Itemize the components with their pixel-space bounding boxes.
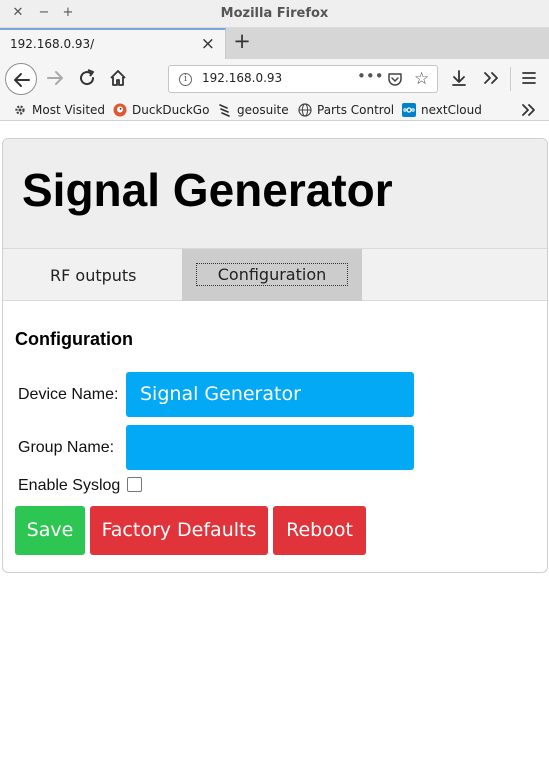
url-bar[interactable]: i 192.168.0.93 ••• ☆ bbox=[168, 65, 438, 93]
downloads-icon[interactable] bbox=[449, 68, 469, 88]
globe-icon bbox=[298, 103, 312, 117]
bookmark-duckduckgo[interactable]: DuckDuckGo bbox=[113, 101, 209, 119]
enable-syslog-label: Enable Syslog bbox=[18, 477, 121, 494]
tab-rf-outputs-label: RF outputs bbox=[50, 266, 137, 285]
close-tab-icon[interactable]: × bbox=[201, 34, 215, 54]
bookmark-parts-control[interactable]: Parts Control bbox=[298, 101, 394, 119]
tab-rf-outputs[interactable]: RF outputs bbox=[3, 249, 182, 301]
page-header: Signal Generator bbox=[3, 139, 547, 249]
browser-tab[interactable]: 192.168.0.93/ × bbox=[0, 28, 226, 59]
enable-syslog-checkbox[interactable] bbox=[127, 477, 142, 492]
page-content: Signal Generator RF outputs Configuratio… bbox=[0, 122, 549, 757]
window-title: Mozilla Firefox bbox=[220, 6, 329, 21]
page-tabs: RF outputs Configuration bbox=[3, 249, 547, 301]
site-info-icon[interactable]: i bbox=[179, 73, 192, 86]
window-titlebar: ✕ − + Mozilla Firefox bbox=[0, 0, 549, 28]
nextcloud-icon bbox=[402, 103, 416, 117]
navigation-toolbar: i 192.168.0.93 ••• ☆ bbox=[0, 59, 549, 99]
home-icon[interactable] bbox=[108, 68, 128, 88]
tab-configuration[interactable]: Configuration bbox=[182, 249, 362, 301]
new-tab-icon[interactable]: + bbox=[232, 29, 252, 53]
geosuite-icon bbox=[218, 103, 232, 117]
bookmark-nextcloud[interactable]: nextCloud bbox=[402, 101, 482, 119]
save-button[interactable]: Save bbox=[15, 506, 85, 555]
page-title: Signal Generator bbox=[22, 164, 393, 216]
duckduckgo-icon bbox=[113, 103, 127, 117]
bookmark-geosuite[interactable]: geosuite bbox=[218, 101, 289, 119]
group-name-input[interactable] bbox=[126, 425, 414, 470]
back-button[interactable] bbox=[5, 63, 37, 95]
browser-tabstrip: 192.168.0.93/ × + bbox=[0, 28, 549, 59]
group-name-label: Group Name: bbox=[18, 439, 115, 456]
forward-arrow-icon[interactable] bbox=[45, 68, 65, 88]
browser-tab-title: 192.168.0.93/ bbox=[10, 37, 95, 51]
bookmarks-toolbar: Most Visited DuckDuckGo geosuite Parts C… bbox=[0, 99, 549, 121]
factory-defaults-button[interactable]: Factory Defaults bbox=[90, 506, 268, 555]
back-arrow-icon bbox=[14, 73, 30, 87]
device-name-label: Device Name: bbox=[18, 386, 119, 403]
gear-icon bbox=[13, 103, 27, 117]
section-title: Configuration bbox=[15, 329, 133, 349]
bookmark-most-visited[interactable]: Most Visited bbox=[13, 101, 105, 119]
url-text[interactable]: 192.168.0.93 bbox=[202, 71, 282, 85]
hamburger-menu-icon[interactable] bbox=[519, 68, 539, 88]
reboot-button[interactable]: Reboot bbox=[273, 506, 366, 555]
toolbar-divider bbox=[510, 67, 511, 91]
bookmark-star-icon[interactable]: ☆ bbox=[414, 69, 429, 89]
reload-icon[interactable] bbox=[77, 68, 97, 88]
bookmarks-overflow-icon[interactable] bbox=[520, 103, 536, 117]
app-card: Signal Generator RF outputs Configuratio… bbox=[2, 138, 548, 573]
pocket-icon[interactable] bbox=[387, 71, 403, 87]
page-actions-icon[interactable]: ••• bbox=[357, 67, 384, 85]
overflow-chevron-icon[interactable] bbox=[481, 68, 501, 88]
tab-configuration-label: Configuration bbox=[196, 263, 348, 286]
device-name-input[interactable]: Signal Generator bbox=[126, 372, 414, 417]
